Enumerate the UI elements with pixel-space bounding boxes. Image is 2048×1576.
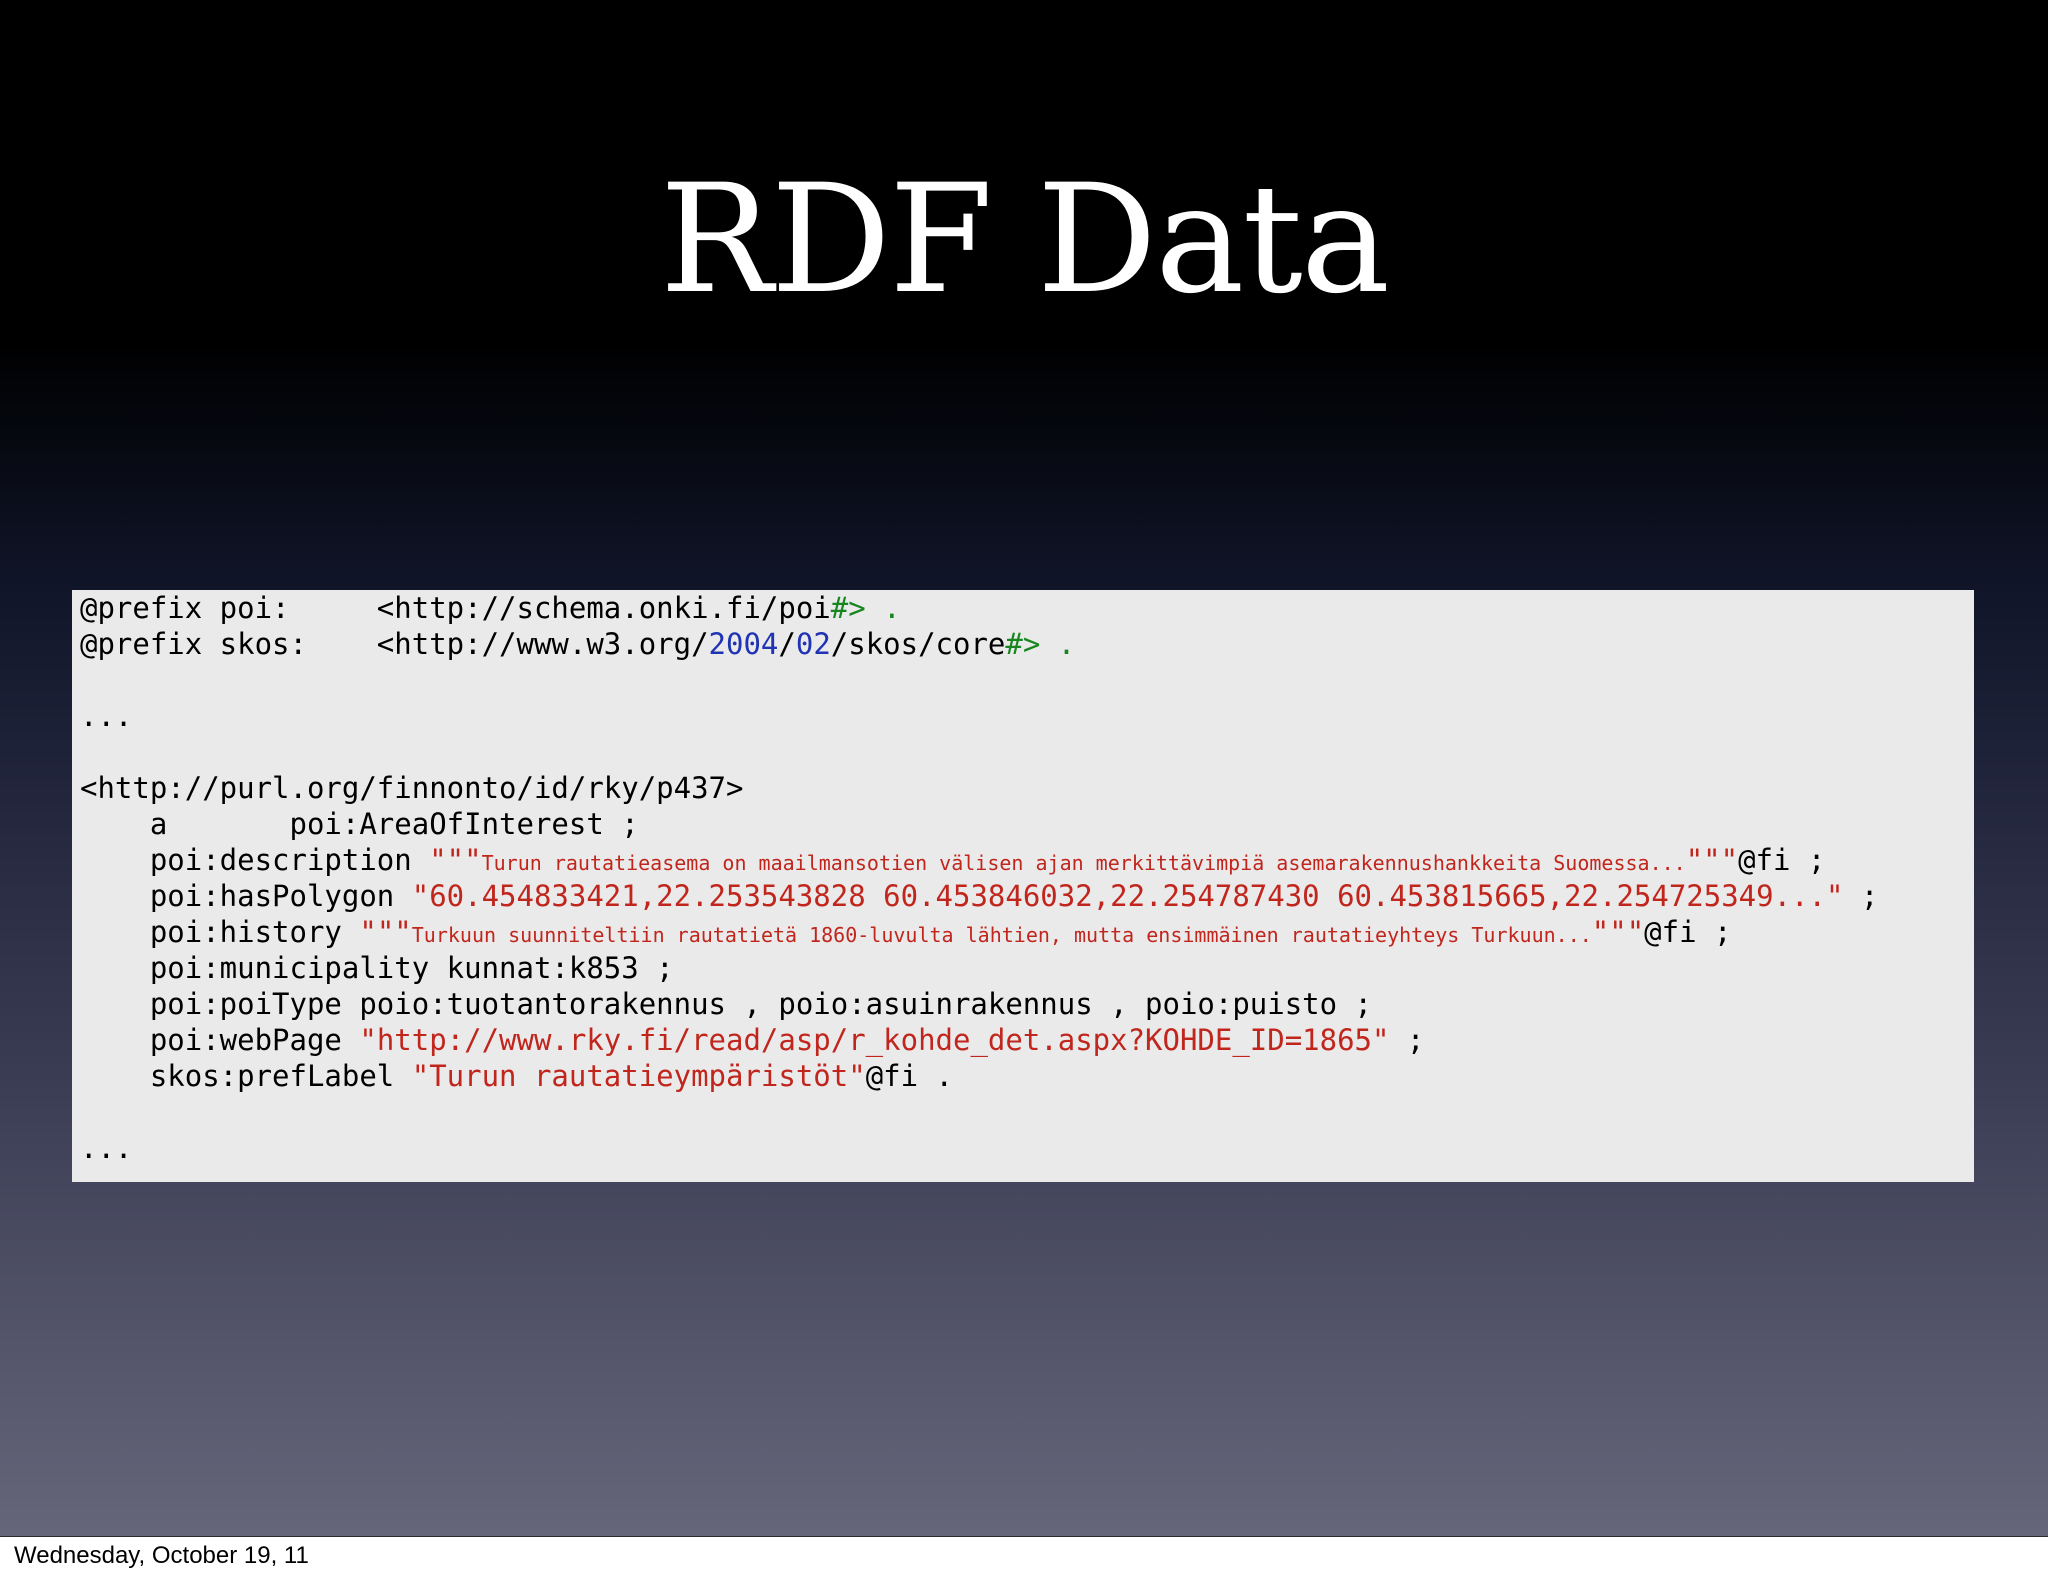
code-number: 2004 (708, 627, 779, 661)
code-string: "Turun rautatieympäristöt" (411, 1059, 866, 1093)
code-line-description: poi:description """Turun rautatieasema o… (80, 842, 1974, 878)
code-text: @fi ; (1644, 915, 1732, 949)
code-line-preflabel: skos:prefLabel "Turun rautatieympäristöt… (80, 1058, 1974, 1094)
code-line-ellipsis: ... (80, 699, 133, 733)
code-string: """ (1591, 915, 1645, 949)
code-string: Turkuun suunniteltiin rautatietä 1860-lu… (411, 923, 1592, 947)
code-punctuation: #> . (830, 591, 901, 625)
code-text: poi:webPage (80, 1023, 360, 1057)
code-text: @prefix skos: <http://www.w3.org/ (80, 627, 709, 661)
code-text: / (778, 627, 796, 661)
code-string: """ (1685, 843, 1739, 877)
slide-title: RDF Data (659, 153, 1390, 327)
code-text: poi:history (80, 915, 360, 949)
code-line-type: a poi:AreaOfInterest ; (80, 807, 639, 841)
code-line-subject: <http://purl.org/finnonto/id/rky/p437> (80, 771, 744, 805)
code-line-history: poi:history """Turkuun suunniteltiin rau… (80, 914, 1974, 950)
code-text: @prefix poi: <http://schema.onki.fi/poi (80, 591, 831, 625)
code-line-ellipsis: ... (80, 1131, 133, 1165)
code-string: "http://www.rky.fi/read/asp/r_kohde_det.… (359, 1023, 1390, 1057)
code-line-prefix-poi: @prefix poi: <http://schema.onki.fi/poi#… (80, 590, 1974, 626)
code-string: "60.454833421,22.253543828 60.453846032,… (411, 879, 1844, 913)
code-line-municipality: poi:municipality kunnat:k853 ; (80, 951, 674, 985)
code-text: poi:description (80, 843, 430, 877)
code-line-webpage: poi:webPage "http://www.rky.fi/read/asp/… (80, 1022, 1974, 1058)
code-text: poi:hasPolygon (80, 879, 412, 913)
code-text: ; (1843, 879, 1879, 913)
code-string: """ (429, 843, 482, 877)
code-text: ; (1389, 1023, 1425, 1057)
code-text: /skos/core (830, 627, 1006, 661)
code-punctuation: #> . (1005, 627, 1076, 661)
footer-date: Wednesday, October 19, 11 (14, 1542, 309, 1569)
code-text: @fi ; (1738, 843, 1826, 877)
code-text: @fi . (865, 1059, 953, 1093)
code-string: Turun rautatieasema on maailmansotien vä… (481, 851, 1686, 875)
code-block: @prefix poi: <http://schema.onki.fi/poi#… (72, 590, 1974, 1182)
slide: RDF Data @prefix poi: <http://schema.onk… (0, 0, 2048, 1537)
code-string: """ (359, 915, 412, 949)
code-text: skos:prefLabel (80, 1059, 412, 1093)
code-line-polygon: poi:hasPolygon "60.454833421,22.25354382… (80, 878, 1974, 914)
code-number: 02 (795, 627, 831, 661)
code-line-prefix-skos: @prefix skos: <http://www.w3.org/2004/02… (80, 626, 1974, 662)
code-line-poitype: poi:poiType poio:tuotantorakennus , poio… (80, 987, 1373, 1021)
